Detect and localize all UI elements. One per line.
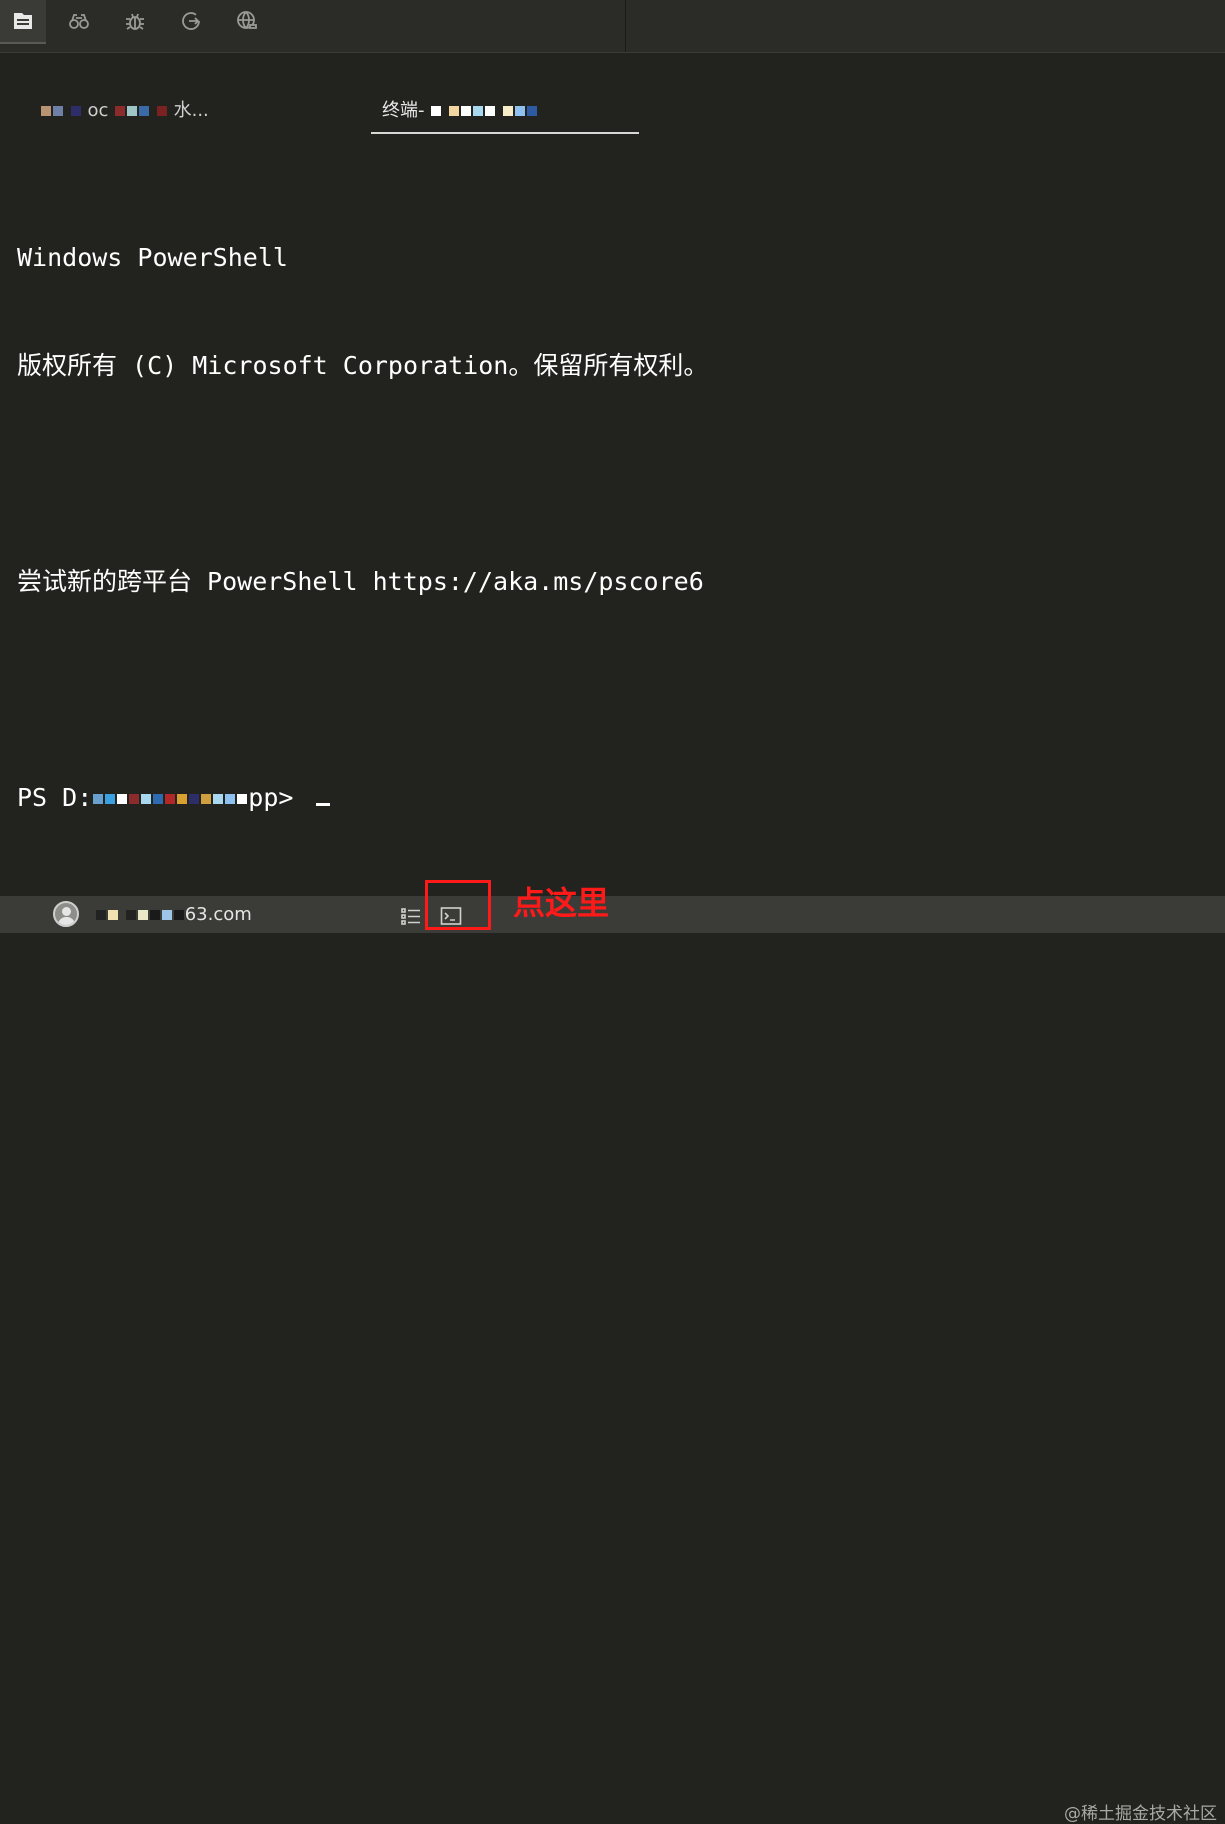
redacted-mark: [173, 910, 184, 920]
redacted-mark: [96, 910, 106, 920]
redacted-mark: [41, 106, 51, 116]
redacted-mark: [139, 106, 150, 116]
redacted-mark: [460, 106, 471, 116]
redacted-mark: [70, 106, 81, 116]
source-control-icon: [182, 12, 200, 30]
annotation-highlight-box: [425, 880, 491, 930]
list-icon[interactable]: [400, 906, 422, 926]
redacted-mark: [161, 910, 172, 920]
explorer-icon: [14, 13, 32, 29]
redacted-mark: [502, 106, 513, 116]
prompt-drive: PS D:: [17, 783, 93, 812]
redacted-path: [92, 783, 248, 812]
tab-project-suffix: 水...: [173, 100, 209, 121]
redacted-mark: [156, 106, 167, 116]
avatar[interactable]: [53, 901, 79, 927]
redacted-mark: [125, 910, 136, 920]
remote-button[interactable]: [224, 0, 270, 42]
redacted-mark: [431, 106, 442, 116]
explorer-button[interactable]: [0, 0, 46, 44]
tab-project-label: oc: [87, 100, 109, 121]
annotation-label: 点这里: [513, 884, 610, 922]
redacted-mark: [108, 910, 118, 920]
redacted-mark: [484, 106, 495, 116]
terminal-line: Windows PowerShell: [17, 243, 288, 272]
redacted-mark: [137, 910, 148, 920]
redacted-mark: [448, 106, 459, 116]
debug-button[interactable]: [112, 0, 158, 42]
status-bar: 63.com @稀土掘金技术社区: [0, 896, 1225, 1824]
toolbar-divider: [625, 0, 626, 52]
tab-project[interactable]: oc 水...: [40, 88, 340, 134]
terminal-output[interactable]: Windows PowerShell 版权所有 (C) Microsoft Co…: [17, 168, 1207, 852]
prompt-suffix: pp>: [248, 783, 309, 812]
redacted-mark: [472, 106, 483, 116]
redacted-mark: [149, 910, 160, 920]
activity-toolbar: [0, 0, 1225, 53]
redacted-mark: [514, 106, 525, 116]
account-email[interactable]: 63.com: [95, 904, 252, 925]
search-binoculars-icon: [69, 14, 89, 29]
redacted-mark: [53, 106, 63, 116]
email-suffix: 63.com: [184, 904, 252, 925]
terminal-line: 版权所有 (C) Microsoft Corporation。保留所有权利。: [17, 351, 709, 380]
remote-globe-icon: [237, 11, 257, 29]
watermark: @稀土掘金技术社区: [1064, 1804, 1217, 1824]
redacted-mark: [526, 106, 537, 116]
panel-tabs: oc 水... 终端-: [0, 88, 1225, 138]
terminal-line: 尝试新的跨平台 PowerShell https://aka.ms/pscore…: [17, 567, 704, 596]
tab-terminal[interactable]: 终端-: [371, 88, 639, 134]
redacted-mark: [115, 106, 126, 116]
tab-terminal-label: 终端-: [382, 100, 425, 121]
search-button[interactable]: [56, 0, 102, 42]
debug-bug-icon: [126, 13, 144, 30]
redacted-mark: [127, 106, 138, 116]
terminal-cursor: [316, 781, 331, 806]
source-control-button[interactable]: [168, 0, 214, 42]
terminal-prompt-line: PS D: pp>: [17, 780, 1207, 816]
